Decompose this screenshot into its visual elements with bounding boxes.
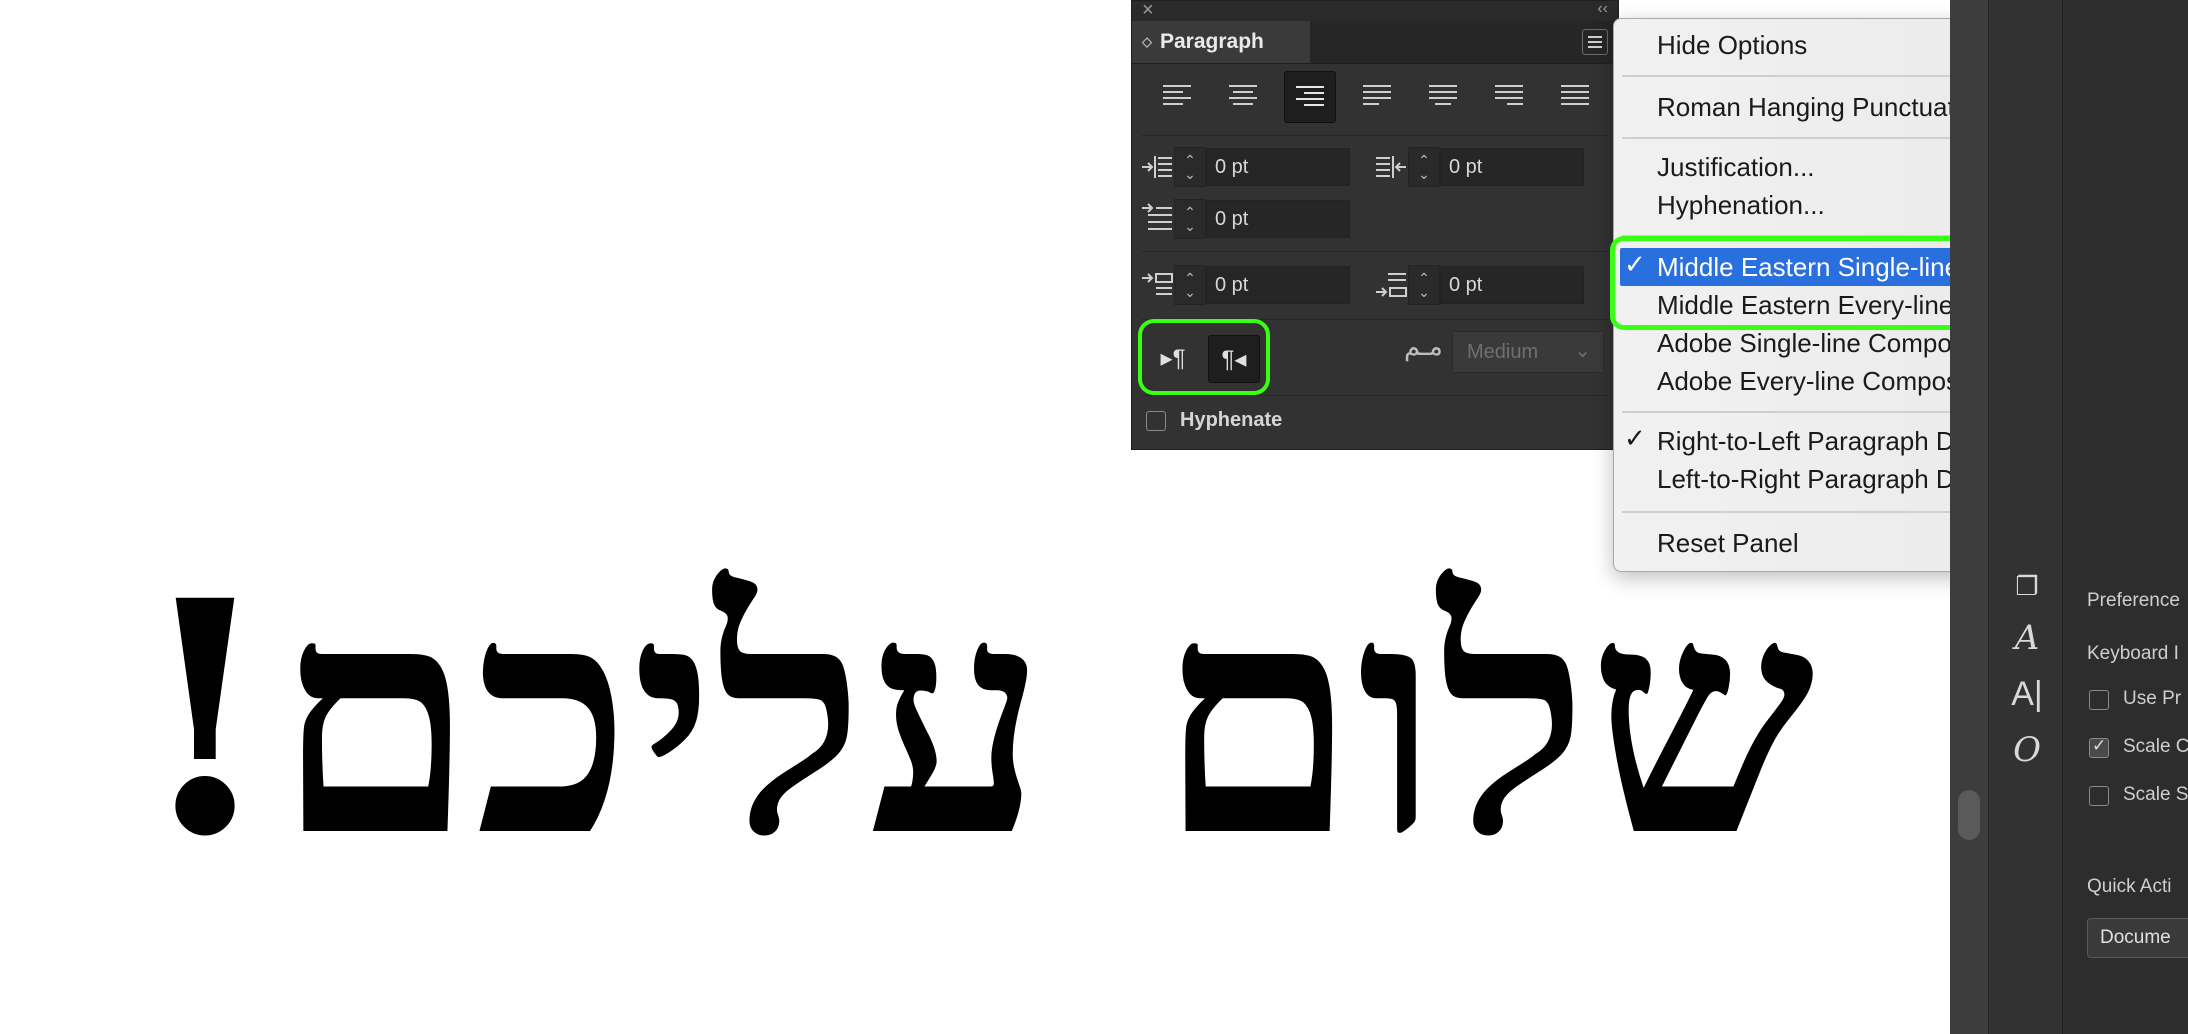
- kashida-icon: مـم: [1404, 331, 1443, 361]
- space-before-input[interactable]: 0 pt: [1206, 266, 1350, 304]
- menu-item-hyphenation[interactable]: Hyphenation...: [1657, 187, 1825, 223]
- menu-item-hide-options[interactable]: Hide Options: [1657, 27, 1807, 63]
- space-after-input[interactable]: 0 pt: [1440, 266, 1584, 304]
- alignment-buttons: [1152, 71, 1600, 123]
- left-indent-input[interactable]: 0 pt: [1206, 148, 1350, 186]
- type-cursor-icon[interactable]: A|: [2007, 674, 2047, 714]
- first-line-indent-stepper[interactable]: ⌃ ⌄: [1174, 199, 1206, 239]
- menu-item-adobe-single-line-composer[interactable]: Adobe Single-line Composer: [1657, 325, 1988, 361]
- right-indent-field: ⌃ ⌄ 0 pt: [1374, 147, 1584, 187]
- panel-menu-button[interactable]: [1582, 29, 1608, 55]
- hyphenate-label: Hyphenate: [1180, 409, 1283, 431]
- right-indent-input[interactable]: 0 pt: [1440, 148, 1584, 186]
- left-indent-stepper[interactable]: ⌃ ⌄: [1174, 147, 1206, 187]
- tab-stepper-icon: ◇: [1142, 33, 1152, 49]
- properties-panel: Preference Keyboard I Use Pr Scale C Sca…: [2062, 0, 2188, 1034]
- space-before-icon: [1140, 265, 1174, 305]
- right-indent-stepper[interactable]: ⌃ ⌄: [1408, 147, 1440, 187]
- collapse-icon[interactable]: ‹‹: [1597, 0, 1608, 18]
- scale-corners-label: Scale C: [2123, 736, 2188, 757]
- justify-center-icon: [1429, 85, 1457, 105]
- dock-icon-strip: ❐ A A| O: [1988, 0, 2063, 1034]
- align-left-icon: [1163, 85, 1191, 105]
- menu-item-reset-panel[interactable]: Reset Panel: [1657, 525, 1799, 561]
- opentype-icon[interactable]: O: [2007, 730, 2047, 770]
- left-indent-field: ⌃ ⌄ 0 pt: [1140, 147, 1350, 187]
- align-center-icon: [1229, 85, 1257, 105]
- first-line-indent-input[interactable]: 0 pt: [1206, 200, 1350, 238]
- chevron-down-icon: ⌄: [1574, 340, 1591, 362]
- align-right-button[interactable]: [1284, 71, 1336, 123]
- scale-strokes-checkbox[interactable]: [2089, 786, 2109, 806]
- space-after-icon: [1374, 265, 1408, 305]
- type-a-icon[interactable]: A: [2007, 618, 2047, 658]
- hyphenate-checkbox[interactable]: [1146, 411, 1166, 431]
- ltr-direction-button[interactable]: ▸¶: [1148, 335, 1198, 381]
- first-line-indent-field: ⌃ ⌄ 0 pt: [1140, 199, 1350, 239]
- space-before-field: ⌃ ⌄ 0 pt: [1140, 265, 1350, 305]
- justify-right-button[interactable]: [1484, 71, 1534, 121]
- character-styles-icon[interactable]: ❐: [2007, 566, 2047, 606]
- menu-item-roman-hanging-punctuation[interactable]: Roman Hanging Punctuation: [1657, 89, 1989, 125]
- use-preview-label: Use Pr: [2123, 688, 2182, 709]
- justify-left-button[interactable]: [1352, 71, 1402, 121]
- preferences-label: Preference: [2087, 590, 2180, 611]
- document-setup-button[interactable]: Docume: [2087, 918, 2188, 958]
- panel-tab-row: ◇ Paragraph: [1132, 21, 1618, 64]
- tab-paragraph[interactable]: ◇ Paragraph: [1132, 21, 1310, 63]
- keyboard-increment-label: Keyboard I: [2087, 643, 2179, 664]
- kashida-value: Medium: [1467, 340, 1539, 363]
- align-center-button[interactable]: [1218, 71, 1268, 121]
- scale-strokes-label: Scale S: [2123, 784, 2188, 805]
- menu-item-adobe-every-line-composer[interactable]: Adobe Every-line Composer: [1657, 363, 1982, 399]
- close-icon[interactable]: ×: [1142, 0, 1154, 22]
- ltr-paragraph-icon: ▸¶: [1160, 344, 1186, 372]
- tab-paragraph-label: Paragraph: [1160, 30, 1264, 53]
- justify-all-button[interactable]: [1550, 71, 1600, 121]
- canvas-hebrew-text[interactable]: שלום עליכם!: [0, 540, 1950, 900]
- scale-corners-checkbox[interactable]: [2089, 736, 2109, 758]
- rtl-direction-button[interactable]: ¶◂: [1208, 335, 1260, 383]
- paragraph-panel: × ‹‹ ◇ Paragraph ⌃ ⌄ 0 pt ⌃ ⌄ 0 pt ⌃ ⌄ 0…: [1131, 0, 1619, 450]
- space-after-field: ⌃ ⌄ 0 pt: [1374, 265, 1584, 305]
- divider: [1142, 251, 1608, 252]
- kashida-select[interactable]: Medium ⌄: [1452, 331, 1604, 373]
- divider: [1142, 395, 1608, 396]
- use-preview-checkbox[interactable]: [2089, 690, 2109, 710]
- space-after-stepper[interactable]: ⌃ ⌄: [1408, 265, 1440, 305]
- divider: [1142, 135, 1608, 136]
- space-before-stepper[interactable]: ⌃ ⌄: [1174, 265, 1206, 305]
- menu-item-justification[interactable]: Justification...: [1657, 149, 1815, 185]
- checkmark-icon: ✓: [1624, 423, 1646, 453]
- justify-left-icon: [1363, 85, 1391, 105]
- align-left-button[interactable]: [1152, 71, 1202, 121]
- justify-right-icon: [1495, 85, 1523, 105]
- align-right-icon: [1296, 86, 1324, 106]
- first-line-indent-icon: [1140, 199, 1174, 239]
- justify-center-button[interactable]: [1418, 71, 1468, 121]
- right-indent-icon: [1374, 147, 1408, 187]
- left-indent-icon: [1140, 147, 1174, 187]
- dock-scrollbar[interactable]: [1950, 0, 1988, 1034]
- scrollbar-thumb[interactable]: [1958, 790, 1980, 840]
- justify-all-icon: [1561, 85, 1589, 105]
- rtl-paragraph-icon: ¶◂: [1221, 345, 1247, 373]
- panel-topbar: × ‹‹: [1132, 0, 1618, 22]
- quick-actions-label: Quick Acti: [2087, 876, 2172, 897]
